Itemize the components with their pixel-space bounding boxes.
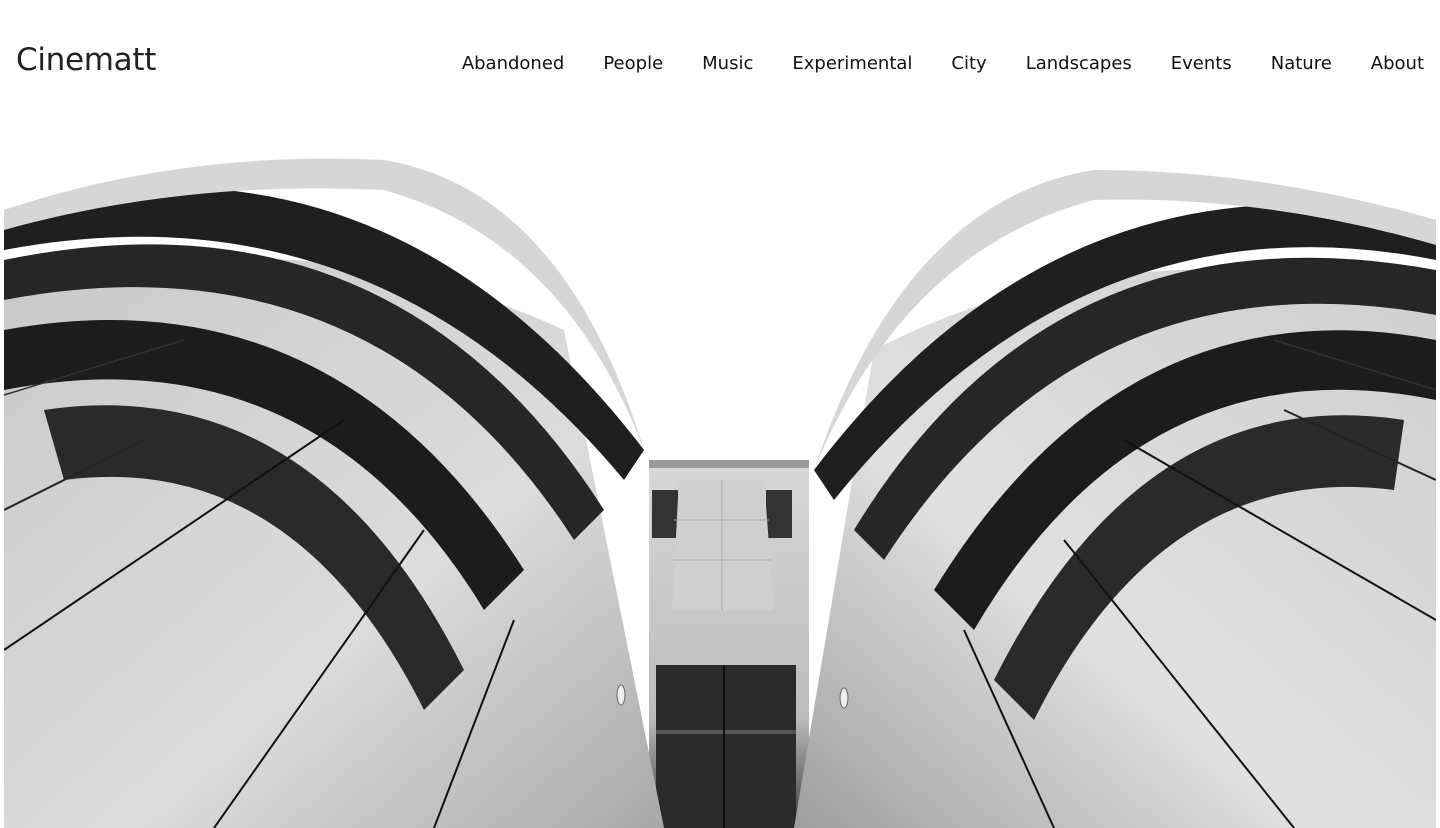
- nav-item-landscapes[interactable]: Landscapes: [1026, 52, 1132, 76]
- hero-architecture-image: [4, 150, 1436, 828]
- nav-item-experimental[interactable]: Experimental: [792, 52, 912, 76]
- nav-item-nature[interactable]: Nature: [1271, 52, 1332, 76]
- nav-item-events[interactable]: Events: [1171, 52, 1232, 76]
- nav-item-people[interactable]: People: [603, 52, 663, 76]
- hero-photo[interactable]: [4, 150, 1436, 828]
- nav-item-abandoned[interactable]: Abandoned: [462, 52, 565, 76]
- nav-item-music[interactable]: Music: [702, 52, 753, 76]
- nav-item-about[interactable]: About: [1371, 52, 1424, 76]
- nav-item-city[interactable]: City: [951, 52, 986, 76]
- site-logo[interactable]: Cinematt: [16, 42, 156, 78]
- main-nav: Abandoned People Music Experimental City…: [462, 52, 1424, 76]
- site-header: Cinematt Abandoned People Music Experime…: [0, 0, 1440, 128]
